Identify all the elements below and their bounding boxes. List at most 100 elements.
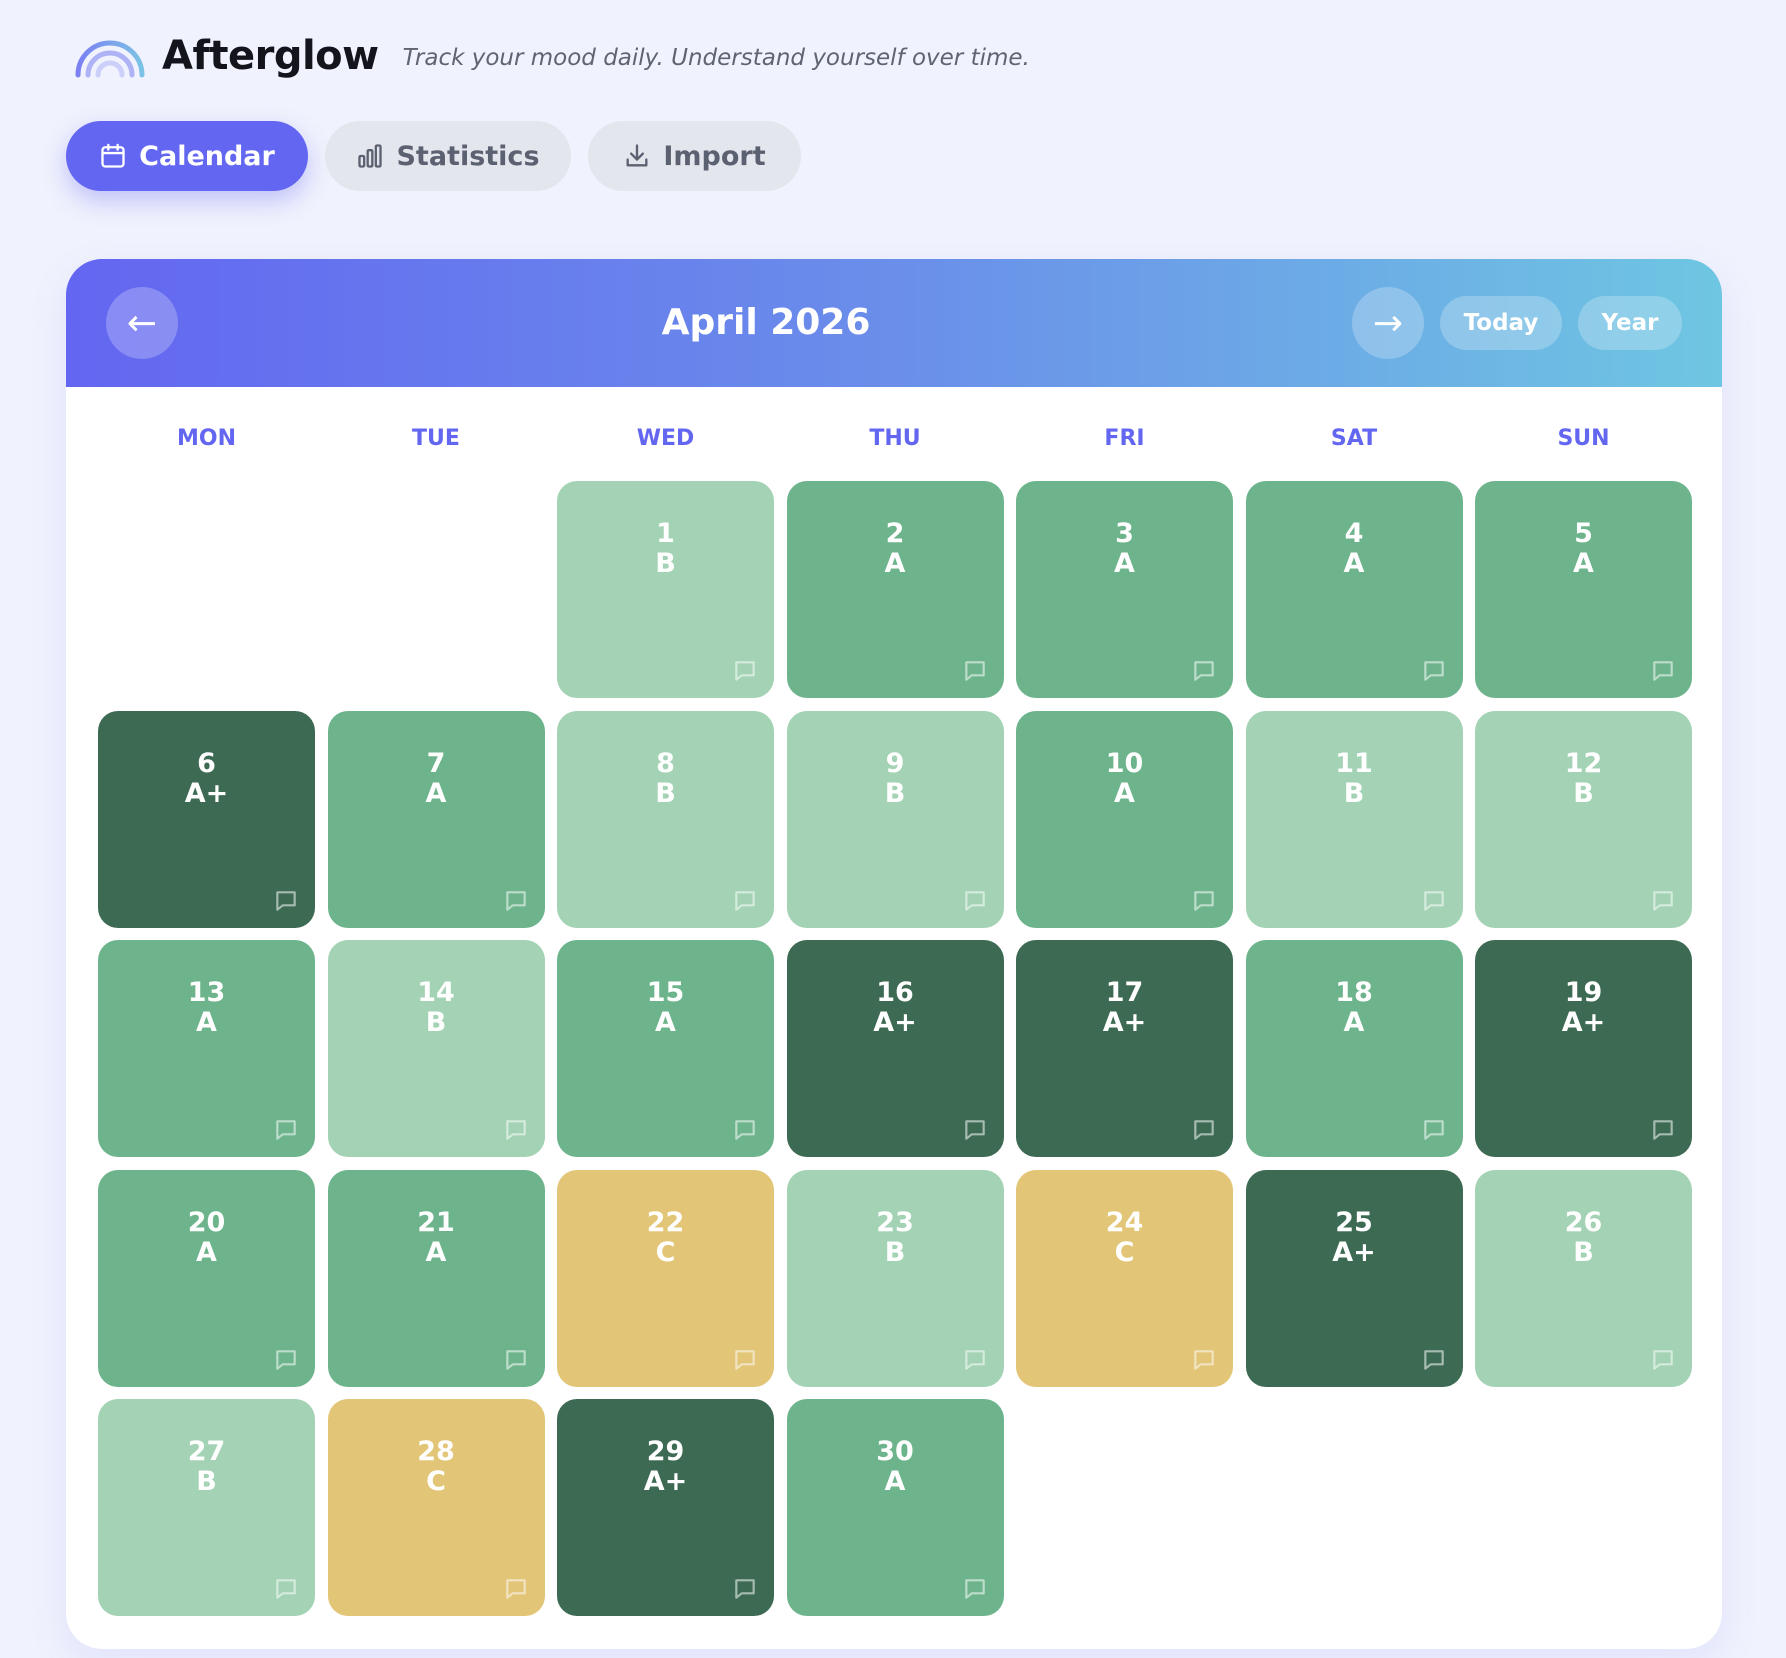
day-cell[interactable]: 3A bbox=[1016, 481, 1233, 698]
note-icon[interactable] bbox=[1650, 1347, 1676, 1373]
day-cell[interactable]: 16 A+ bbox=[786, 940, 1004, 1157]
empty-day-cell bbox=[98, 481, 315, 698]
note-icon[interactable] bbox=[503, 1117, 529, 1143]
day-number: 5 bbox=[1574, 518, 1593, 549]
day-cell[interactable]: 27 B bbox=[98, 1399, 315, 1616]
mood-grade: A+ bbox=[873, 1007, 917, 1038]
day-cell[interactable]: 29 A+ bbox=[557, 1399, 774, 1616]
day-cell[interactable]: 23 B bbox=[786, 1169, 1004, 1387]
today-button[interactable]: Today bbox=[1440, 296, 1562, 350]
note-icon[interactable] bbox=[273, 888, 299, 914]
note-icon[interactable] bbox=[1421, 1117, 1447, 1143]
day-cell[interactable]: 12 B bbox=[1475, 710, 1692, 928]
note-icon[interactable] bbox=[1650, 1117, 1676, 1143]
mood-grade: C bbox=[655, 1236, 676, 1268]
day-cell[interactable]: 6 A+ bbox=[98, 710, 315, 928]
note-icon[interactable] bbox=[1191, 1347, 1217, 1373]
day-cell[interactable]: 30 A bbox=[786, 1399, 1004, 1616]
tab-import[interactable]: Import bbox=[588, 121, 801, 191]
day-number: 26 bbox=[1564, 1206, 1603, 1238]
mood-grade: A bbox=[1343, 548, 1365, 579]
mood-grade: B bbox=[655, 777, 676, 809]
day-cell[interactable]: 15 A bbox=[557, 940, 774, 1157]
day-cell[interactable]: 21 A bbox=[327, 1169, 545, 1387]
note-icon[interactable] bbox=[732, 888, 758, 914]
day-cell[interactable]: 19 A+ bbox=[1475, 940, 1692, 1157]
day-cell[interactable]: 28 C bbox=[327, 1399, 545, 1616]
tab-calendar[interactable]: Calendar bbox=[66, 121, 308, 191]
main-tabs: Calendar Statistics Import bbox=[66, 121, 801, 191]
day-number: 21 bbox=[417, 1206, 455, 1238]
note-icon[interactable] bbox=[962, 1347, 988, 1373]
note-icon[interactable] bbox=[732, 1117, 758, 1143]
day-cell[interactable]: 5A bbox=[1475, 481, 1692, 698]
mood-grade: B bbox=[884, 777, 906, 809]
day-cell[interactable]: 10 A bbox=[1016, 710, 1233, 928]
day-cell[interactable]: 17 A+ bbox=[1016, 940, 1233, 1157]
day-number: 9 bbox=[885, 747, 905, 779]
tab-statistics-label: Statistics bbox=[396, 140, 540, 172]
day-number: 24 bbox=[1105, 1206, 1144, 1238]
tab-statistics[interactable]: Statistics bbox=[325, 121, 571, 191]
day-cell[interactable]: 26 B bbox=[1475, 1169, 1692, 1387]
year-view-button[interactable]: Year bbox=[1578, 296, 1682, 350]
mood-grade: A bbox=[1573, 548, 1594, 579]
note-icon[interactable] bbox=[503, 888, 529, 914]
next-month-button[interactable]: → bbox=[1352, 287, 1424, 359]
note-icon[interactable] bbox=[962, 888, 988, 914]
note-icon[interactable] bbox=[962, 1117, 988, 1143]
note-icon[interactable] bbox=[1421, 1347, 1447, 1373]
day-number: 14 bbox=[417, 977, 455, 1008]
mood-grade: A+ bbox=[184, 777, 229, 809]
note-icon[interactable] bbox=[1421, 658, 1447, 684]
day-cell[interactable]: 25 A+ bbox=[1245, 1169, 1463, 1387]
note-icon[interactable] bbox=[732, 658, 758, 684]
day-cell[interactable]: 9B bbox=[786, 710, 1004, 928]
note-icon[interactable] bbox=[503, 1576, 529, 1602]
mood-grade: A bbox=[884, 1466, 906, 1497]
note-icon[interactable] bbox=[273, 1576, 299, 1602]
mood-grade: A bbox=[1114, 548, 1135, 579]
note-icon[interactable] bbox=[962, 1576, 988, 1602]
day-cell[interactable]: 14 B bbox=[327, 940, 545, 1157]
day-cell[interactable]: 8B bbox=[557, 710, 774, 928]
weekday-label: THU bbox=[869, 426, 921, 451]
day-cell[interactable]: 4A bbox=[1245, 481, 1463, 698]
note-icon[interactable] bbox=[1421, 888, 1447, 914]
day-cell[interactable]: 22 C bbox=[557, 1169, 774, 1387]
day-cell[interactable]: 11 B bbox=[1245, 710, 1463, 928]
mood-grade: B bbox=[1573, 777, 1594, 809]
day-number: 7 bbox=[426, 747, 446, 779]
note-icon[interactable] bbox=[273, 1117, 299, 1143]
note-icon[interactable] bbox=[1191, 658, 1217, 684]
day-number: 25 bbox=[1335, 1206, 1373, 1238]
day-cell[interactable]: 24 C bbox=[1016, 1169, 1233, 1387]
day-cell[interactable]: 13 A bbox=[98, 940, 315, 1157]
calendar-card: ← April 2026 → Today Year MON TUE WED THU FR… bbox=[66, 259, 1722, 1649]
day-cell[interactable]: 18 A bbox=[1245, 940, 1463, 1157]
note-icon[interactable] bbox=[962, 658, 988, 684]
day-number: 8 bbox=[656, 747, 675, 779]
day-number: 3 bbox=[1115, 518, 1134, 549]
note-icon[interactable] bbox=[732, 1576, 758, 1602]
note-icon[interactable] bbox=[1650, 658, 1676, 684]
day-number: 4 bbox=[1344, 518, 1364, 549]
download-icon bbox=[626, 144, 648, 167]
day-cell[interactable]: 2A bbox=[786, 481, 1004, 698]
day-cell[interactable]: 20 A bbox=[98, 1169, 315, 1387]
month-title: April 2026 bbox=[661, 302, 871, 343]
note-icon[interactable] bbox=[732, 1347, 758, 1373]
note-icon[interactable] bbox=[503, 1347, 529, 1373]
day-cell[interactable]: 7A bbox=[327, 710, 545, 928]
mood-grade: A bbox=[196, 1007, 217, 1038]
weekday-label: TUE bbox=[412, 426, 460, 451]
rainbow-logo-icon bbox=[75, 40, 145, 78]
day-number: 2 bbox=[885, 518, 905, 549]
day-cell[interactable]: 1B bbox=[557, 481, 774, 698]
note-icon[interactable] bbox=[1191, 1117, 1217, 1143]
note-icon[interactable] bbox=[1650, 888, 1676, 914]
mood-grade: A+ bbox=[1561, 1007, 1606, 1038]
note-icon[interactable] bbox=[273, 1347, 299, 1373]
note-icon[interactable] bbox=[1191, 888, 1217, 914]
bar-chart-icon bbox=[358, 144, 383, 168]
